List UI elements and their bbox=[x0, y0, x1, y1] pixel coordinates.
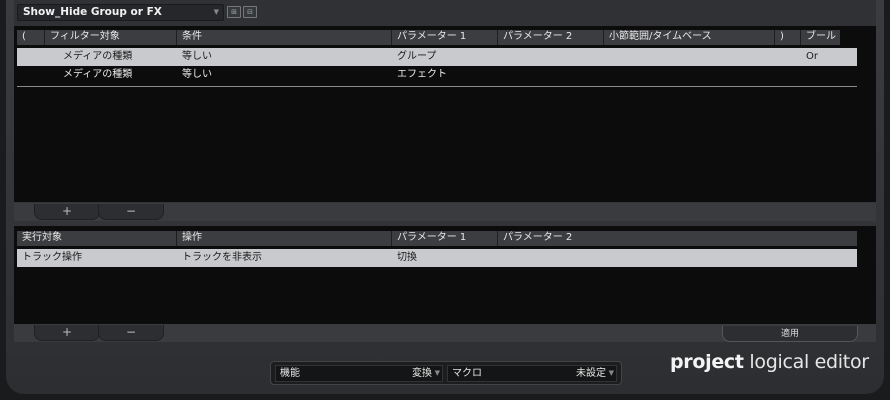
cell-action-param2[interactable] bbox=[498, 249, 857, 267]
function-label: 機能 bbox=[280, 368, 300, 379]
cell-bool[interactable]: Or bbox=[801, 48, 840, 66]
cell-range[interactable] bbox=[604, 66, 775, 84]
cell-condition[interactable]: 等しい bbox=[177, 66, 392, 84]
macro-label: マクロ bbox=[452, 368, 482, 379]
brand-rest: logical editor bbox=[743, 351, 869, 373]
filter-row[interactable]: メディアの種類 等しい グループ Or bbox=[17, 48, 857, 66]
cell-condition[interactable]: 等しい bbox=[177, 48, 392, 66]
preset-select[interactable]: Show_Hide Group or FX ▼ bbox=[17, 4, 224, 21]
cell-param2[interactable] bbox=[498, 48, 604, 66]
cell-paren-open[interactable] bbox=[17, 48, 45, 66]
function-select[interactable]: 機能 変換 ▼ bbox=[275, 365, 443, 382]
cell-param2[interactable] bbox=[498, 66, 604, 84]
cell-range[interactable] bbox=[604, 48, 775, 66]
brand-bold: project bbox=[670, 351, 744, 373]
col-param2[interactable]: パラメーター 2 bbox=[498, 30, 604, 45]
cell-target[interactable]: メディアの種類 bbox=[45, 66, 177, 84]
cell-action-target[interactable]: トラック操作 bbox=[17, 249, 177, 267]
cell-action-param1[interactable]: 切換 bbox=[392, 249, 498, 267]
cell-paren-close[interactable] bbox=[775, 66, 801, 84]
col-param1[interactable]: パラメーター 1 bbox=[392, 30, 498, 45]
col-paren-close[interactable]: ) bbox=[775, 30, 801, 45]
remove-filter-button[interactable]: − bbox=[98, 204, 164, 220]
action-table-header: 実行対象 操作 パラメーター 1 パラメーター 2 bbox=[17, 231, 857, 246]
preset-name: Show_Hide Group or FX bbox=[23, 6, 162, 18]
cell-paren-close[interactable] bbox=[775, 48, 801, 66]
col-action-target[interactable]: 実行対象 bbox=[17, 231, 177, 246]
add-action-button[interactable]: + bbox=[34, 325, 100, 341]
chevron-down-icon: ▼ bbox=[434, 369, 440, 377]
macro-select[interactable]: マクロ 未設定 ▼ bbox=[447, 365, 617, 382]
col-bool[interactable]: ブール bbox=[801, 30, 840, 45]
chevron-down-icon: ▼ bbox=[608, 369, 614, 377]
col-action-param1[interactable]: パラメーター 1 bbox=[392, 231, 498, 246]
cell-operation[interactable]: トラックを非表示 bbox=[177, 249, 392, 267]
macro-value: 未設定 bbox=[576, 368, 606, 379]
store-preset-icon[interactable]: ⊞ bbox=[227, 6, 241, 18]
apply-button[interactable]: 適用 bbox=[722, 326, 858, 342]
remove-action-button[interactable]: − bbox=[98, 325, 164, 341]
function-value: 変換 bbox=[412, 368, 432, 379]
cell-paren-open[interactable] bbox=[17, 66, 45, 84]
cell-bool[interactable] bbox=[801, 66, 840, 84]
col-operation[interactable]: 操作 bbox=[177, 231, 392, 246]
col-range[interactable]: 小節範囲/タイムベース bbox=[604, 30, 775, 45]
col-condition[interactable]: 条件 bbox=[177, 30, 392, 45]
cell-target[interactable]: メディアの種類 bbox=[45, 48, 177, 66]
cell-param1[interactable]: グループ bbox=[392, 48, 498, 66]
brand-logo: project logical editor bbox=[670, 351, 869, 373]
remove-preset-icon[interactable]: ⊟ bbox=[243, 6, 257, 18]
cell-param1[interactable]: エフェクト bbox=[392, 66, 498, 84]
filter-row[interactable]: メディアの種類 等しい エフェクト bbox=[17, 66, 857, 87]
col-paren-open[interactable]: ( bbox=[17, 30, 45, 45]
filter-table-header: ( フィルター対象 条件 パラメーター 1 パラメーター 2 小節範囲/タイムベ… bbox=[17, 30, 840, 45]
col-action-param2[interactable]: パラメーター 2 bbox=[498, 231, 857, 246]
chevron-down-icon: ▼ bbox=[213, 8, 219, 16]
col-filter-target[interactable]: フィルター対象 bbox=[45, 30, 177, 45]
add-filter-button[interactable]: + bbox=[34, 204, 100, 220]
action-row[interactable]: トラック操作 トラックを非表示 切換 bbox=[17, 249, 857, 267]
